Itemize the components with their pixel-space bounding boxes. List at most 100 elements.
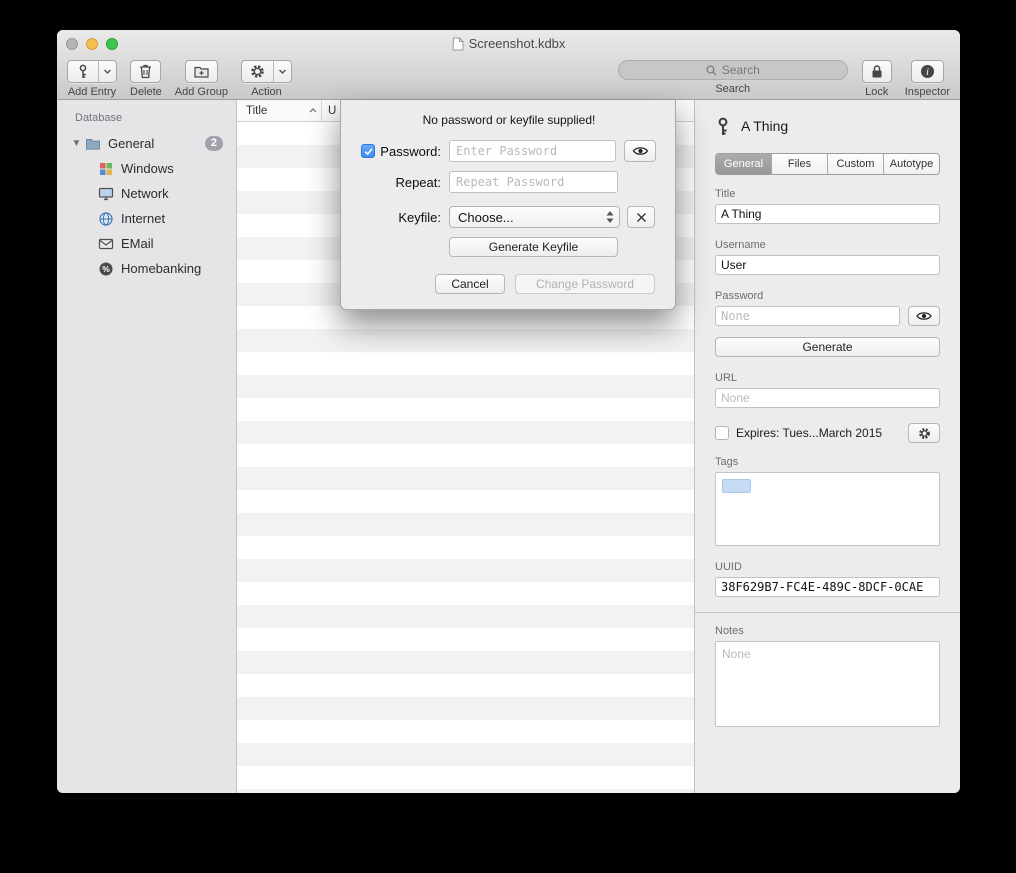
- password-label: Password: [715, 290, 940, 302]
- tab-autotype[interactable]: Autotype: [884, 154, 939, 174]
- password-input[interactable]: [715, 306, 900, 326]
- generate-keyfile-button[interactable]: Generate Keyfile: [449, 237, 618, 257]
- percent-coin-icon: %: [98, 261, 114, 277]
- tags-label: Tags: [715, 456, 940, 468]
- sidebar-item-label: Windows: [121, 161, 174, 176]
- expires-checkbox[interactable]: [715, 426, 729, 440]
- svg-text:i: i: [926, 67, 929, 78]
- add-entry-button[interactable]: [67, 60, 117, 83]
- dialog-buttons: Cancel Change Password: [363, 274, 655, 294]
- dialog-password-label: Password:: [380, 144, 441, 159]
- sidebar-item-email[interactable]: EMail: [57, 231, 236, 256]
- lock-label: Lock: [865, 86, 888, 98]
- uuid-field-group: UUID: [715, 561, 940, 597]
- dialog-repeat-row: Repeat:: [363, 171, 655, 193]
- titlebar: Screenshot.kdbx: [57, 30, 960, 57]
- sidebar-item-windows[interactable]: Windows: [57, 156, 236, 181]
- dialog-password-input[interactable]: [449, 140, 616, 162]
- tab-general[interactable]: General: [716, 154, 772, 174]
- sidebar-item-internet[interactable]: Internet: [57, 206, 236, 231]
- search-placeholder: Search: [722, 63, 760, 77]
- eye-icon: [916, 310, 932, 322]
- notes-textarea[interactable]: [715, 641, 940, 727]
- clear-keyfile-button[interactable]: [627, 206, 655, 228]
- minimize-button[interactable]: [86, 38, 98, 50]
- sidebar-item-label: Homebanking: [121, 261, 201, 276]
- key-icon: [715, 117, 731, 136]
- password-dialog: No password or keyfile supplied! Passwor…: [340, 100, 676, 310]
- expires-options-button[interactable]: [908, 423, 940, 443]
- expires-row: Expires: Tues...March 2015: [715, 423, 940, 443]
- keyfile-popup-button[interactable]: Choose...: [449, 206, 620, 228]
- sidebar-item-homebanking[interactable]: % Homebanking: [57, 256, 236, 281]
- expires-label: Expires: Tues...March 2015: [736, 426, 901, 440]
- action-button[interactable]: [241, 60, 292, 83]
- folder-icon: [85, 136, 101, 152]
- password-checkbox[interactable]: [361, 144, 375, 158]
- app-window: Screenshot.kdbx Add Entry Delete: [57, 30, 960, 793]
- gear-icon: [242, 61, 273, 82]
- document-icon: [452, 37, 464, 51]
- generate-password-button[interactable]: Generate: [715, 337, 940, 357]
- sidebar-item-network[interactable]: Network: [57, 181, 236, 206]
- cancel-button[interactable]: Cancel: [435, 274, 505, 294]
- change-password-button[interactable]: Change Password: [515, 274, 655, 294]
- globe-icon: [98, 211, 114, 227]
- trash-icon: [131, 61, 160, 82]
- chevron-down-icon: [273, 61, 291, 82]
- inspector-panel: A Thing General Files Custom Autotype Ti…: [695, 100, 960, 793]
- uuid-label: UUID: [715, 561, 940, 573]
- inspector-button[interactable]: i: [911, 60, 944, 83]
- dialog-keyfile-label: Keyfile:: [398, 210, 441, 225]
- username-input[interactable]: [715, 255, 940, 275]
- sidebar-item-label: Network: [121, 186, 169, 201]
- lock-button[interactable]: [862, 60, 892, 83]
- window-title: Screenshot.kdbx: [469, 36, 566, 51]
- dialog-repeat-label: Repeat:: [395, 175, 441, 190]
- delete-button[interactable]: [130, 60, 161, 83]
- tags-box[interactable]: [715, 472, 940, 546]
- tags-field-group: Tags: [715, 456, 940, 546]
- gear-icon: [918, 427, 931, 440]
- dialog-keyfile-row: Keyfile: Choose...: [363, 206, 655, 228]
- sort-ascending-icon: [309, 108, 317, 113]
- close-button[interactable]: [66, 38, 78, 50]
- add-group-button[interactable]: [185, 60, 218, 83]
- sidebar-item-label: EMail: [121, 236, 154, 251]
- reveal-password-button[interactable]: [908, 306, 940, 326]
- dialog-repeat-input[interactable]: [449, 171, 618, 193]
- url-input[interactable]: [715, 388, 940, 408]
- inspector-divider: [695, 612, 960, 613]
- table-header-title[interactable]: Title: [237, 100, 322, 121]
- dialog-reveal-password-button[interactable]: [624, 140, 656, 162]
- delete-toolbar-item: Delete: [130, 60, 162, 98]
- chevron-down-icon: [98, 61, 116, 82]
- title-input[interactable]: [715, 204, 940, 224]
- url-field-group: URL: [715, 372, 940, 408]
- generate-field-group: Generate: [715, 337, 940, 357]
- tab-files[interactable]: Files: [772, 154, 828, 174]
- action-toolbar-item: Action: [241, 60, 292, 98]
- inspector-tabs: General Files Custom Autotype: [715, 153, 940, 175]
- tab-custom[interactable]: Custom: [828, 154, 884, 174]
- zoom-button[interactable]: [106, 38, 118, 50]
- info-icon: i: [912, 61, 943, 82]
- uuid-input[interactable]: [715, 577, 940, 597]
- disclosure-triangle-icon[interactable]: ▼: [71, 138, 82, 149]
- search-input[interactable]: Search: [618, 60, 848, 80]
- sidebar-section-header: Database: [57, 108, 236, 131]
- dialog-message: No password or keyfile supplied!: [363, 113, 655, 127]
- search-toolbar-item: Search Search: [618, 60, 848, 95]
- notes-label: Notes: [715, 625, 940, 637]
- lock-icon: [863, 61, 891, 82]
- window-title-area: Screenshot.kdbx: [452, 36, 566, 51]
- sidebar: Database ▼ General 2 Windows Network: [57, 100, 237, 793]
- add-entry-toolbar-item: Add Entry: [67, 60, 117, 98]
- tag-chip[interactable]: [722, 479, 751, 493]
- key-icon: [68, 61, 98, 82]
- inspector-header: A Thing: [715, 115, 940, 137]
- sidebar-item-general[interactable]: ▼ General 2: [57, 131, 236, 156]
- search-label: Search: [715, 83, 750, 95]
- title-label: Title: [715, 188, 940, 200]
- x-icon: [636, 212, 647, 223]
